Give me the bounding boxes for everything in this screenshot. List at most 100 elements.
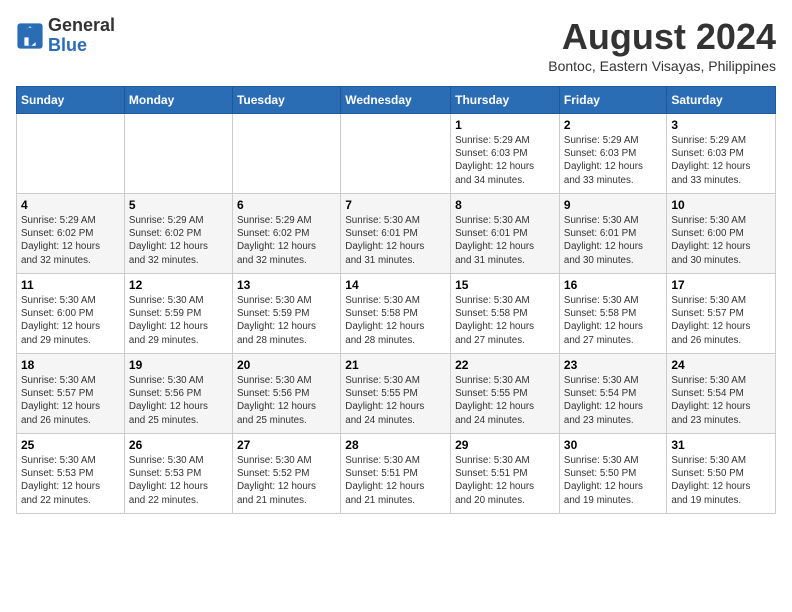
col-thursday: Thursday [451,87,560,114]
day-info: Sunrise: 5:30 AM Sunset: 5:54 PM Dayligh… [564,374,662,427]
day-number: 8 [455,198,555,212]
day-info: Sunrise: 5:30 AM Sunset: 5:57 PM Dayligh… [21,374,120,427]
day-number: 11 [21,278,120,292]
day-number: 26 [129,438,228,452]
calendar-cell: 25 Sunrise: 5:30 AM Sunset: 5:53 PM Dayli… [17,434,125,514]
day-number: 25 [21,438,120,452]
col-saturday: Saturday [667,87,776,114]
day-info: Sunrise: 5:30 AM Sunset: 5:52 PM Dayligh… [237,454,336,507]
calendar-cell: 6Sunrise: 5:29 AM Sunset: 6:02 PM Daylig… [232,194,340,274]
day-number: 28 [345,438,446,452]
day-number: 5 [129,198,228,212]
day-number: 18 [21,358,120,372]
col-monday: Monday [124,87,232,114]
day-number: 19 [129,358,228,372]
day-info: Sunrise: 5:29 AM Sunset: 6:02 PM Dayligh… [129,214,228,267]
day-info: Sunrise: 5:29 AM Sunset: 6:03 PM Dayligh… [671,134,771,187]
day-number: 22 [455,358,555,372]
day-info: Sunrise: 5:30 AM Sunset: 5:51 PM Dayligh… [345,454,446,507]
calendar-cell: 22 Sunrise: 5:30 AM Sunset: 5:55 PM Dayli… [451,354,560,434]
day-info: Sunrise: 5:30 AM Sunset: 5:59 PM Dayligh… [237,294,336,347]
day-number: 15 [455,278,555,292]
calendar-cell: 31 Sunrise: 5:30 AM Sunset: 5:50 PM Dayli… [667,434,776,514]
col-tuesday: Tuesday [232,87,340,114]
calendar-cell: 21 Sunrise: 5:30 AM Sunset: 5:55 PM Dayli… [341,354,451,434]
day-info: Sunrise: 5:30 AM Sunset: 5:56 PM Dayligh… [129,374,228,427]
calendar-cell: 19 Sunrise: 5:30 AM Sunset: 5:56 PM Dayli… [124,354,232,434]
day-info: Sunrise: 5:30 AM Sunset: 5:56 PM Dayligh… [237,374,336,427]
calendar-cell: 2 Sunrise: 5:29 AM Sunset: 6:03 PM Daylig… [559,114,666,194]
day-number: 31 [671,438,771,452]
calendar-cell: 28 Sunrise: 5:30 AM Sunset: 5:51 PM Dayli… [341,434,451,514]
calendar-week-3: 11 Sunrise: 5:30 AM Sunset: 6:00 PM Dayli… [17,274,776,354]
day-info: Sunrise: 5:30 AM Sunset: 6:01 PM Dayligh… [345,214,446,267]
day-info: Sunrise: 5:30 AM Sunset: 6:00 PM Dayligh… [671,214,771,267]
calendar-subtitle: Bontoc, Eastern Visayas, Philippines [548,58,776,74]
calendar-cell: 12Sunrise: 5:30 AM Sunset: 5:59 PM Dayli… [124,274,232,354]
day-number: 14 [345,278,446,292]
calendar-week-1: 1 Sunrise: 5:29 AM Sunset: 6:03 PM Daylig… [17,114,776,194]
calendar-cell: 5 Sunrise: 5:29 AM Sunset: 6:02 PM Daylig… [124,194,232,274]
day-number: 23 [564,358,662,372]
calendar-cell: 1Sunrise: 5:29 AM Sunset: 6:03 PM Daylig… [451,114,560,194]
calendar-week-5: 25 Sunrise: 5:30 AM Sunset: 5:53 PM Dayli… [17,434,776,514]
day-number: 17 [671,278,771,292]
logo-icon [16,22,44,50]
day-info: Sunrise: 5:30 AM Sunset: 5:53 PM Dayligh… [129,454,228,507]
calendar-cell: 7 Sunrise: 5:30 AM Sunset: 6:01 PM Daylig… [341,194,451,274]
day-number: 16 [564,278,662,292]
day-info: Sunrise: 5:29 AM Sunset: 6:03 PM Dayligh… [564,134,662,187]
calendar-cell: 10 Sunrise: 5:30 AM Sunset: 6:00 PM Dayli… [667,194,776,274]
calendar-cell: 17Sunrise: 5:30 AM Sunset: 5:57 PM Dayli… [667,274,776,354]
day-info: Sunrise: 5:30 AM Sunset: 5:53 PM Dayligh… [21,454,120,507]
calendar-cell: 27 Sunrise: 5:30 AM Sunset: 5:52 PM Dayli… [232,434,340,514]
calendar-cell: 29Sunrise: 5:30 AM Sunset: 5:51 PM Dayli… [451,434,560,514]
calendar-cell: 11 Sunrise: 5:30 AM Sunset: 6:00 PM Dayli… [17,274,125,354]
calendar-cell [341,114,451,194]
day-info: Sunrise: 5:30 AM Sunset: 5:50 PM Dayligh… [671,454,771,507]
day-info: Sunrise: 5:30 AM Sunset: 5:55 PM Dayligh… [345,374,446,427]
calendar-cell: 18 Sunrise: 5:30 AM Sunset: 5:57 PM Dayli… [17,354,125,434]
logo-text: General Blue [48,16,115,56]
calendar-cell: 16 Sunrise: 5:30 AM Sunset: 5:58 PM Dayli… [559,274,666,354]
day-number: 7 [345,198,446,212]
col-friday: Friday [559,87,666,114]
day-number: 13 [237,278,336,292]
page-header: General Blue August 2024 Bontoc, Eastern… [16,16,776,74]
header-row: Sunday Monday Tuesday Wednesday Thursday… [17,87,776,114]
day-info: Sunrise: 5:30 AM Sunset: 5:58 PM Dayligh… [564,294,662,347]
day-info: Sunrise: 5:30 AM Sunset: 5:50 PM Dayligh… [564,454,662,507]
day-info: Sunrise: 5:30 AM Sunset: 6:01 PM Dayligh… [455,214,555,267]
day-info: Sunrise: 5:30 AM Sunset: 5:58 PM Dayligh… [345,294,446,347]
day-number: 2 [564,118,662,132]
day-info: Sunrise: 5:30 AM Sunset: 5:59 PM Dayligh… [129,294,228,347]
day-number: 21 [345,358,446,372]
day-number: 3 [671,118,771,132]
calendar-cell: 15 Sunrise: 5:30 AM Sunset: 5:58 PM Dayli… [451,274,560,354]
day-number: 4 [21,198,120,212]
day-info: Sunrise: 5:30 AM Sunset: 5:51 PM Dayligh… [455,454,555,507]
day-info: Sunrise: 5:30 AM Sunset: 6:00 PM Dayligh… [21,294,120,347]
logo: General Blue [16,16,115,56]
calendar-week-4: 18 Sunrise: 5:30 AM Sunset: 5:57 PM Dayli… [17,354,776,434]
day-number: 20 [237,358,336,372]
calendar-cell [232,114,340,194]
calendar-cell: 14 Sunrise: 5:30 AM Sunset: 5:58 PM Dayli… [341,274,451,354]
calendar-table: Sunday Monday Tuesday Wednesday Thursday… [16,86,776,514]
calendar-cell: 3 Sunrise: 5:29 AM Sunset: 6:03 PM Daylig… [667,114,776,194]
calendar-cell: 13 Sunrise: 5:30 AM Sunset: 5:59 PM Dayli… [232,274,340,354]
calendar-title: August 2024 [548,16,776,58]
day-info: Sunrise: 5:30 AM Sunset: 5:55 PM Dayligh… [455,374,555,427]
calendar-cell [17,114,125,194]
calendar-cell: 9Sunrise: 5:30 AM Sunset: 6:01 PM Daylig… [559,194,666,274]
day-info: Sunrise: 5:30 AM Sunset: 5:58 PM Dayligh… [455,294,555,347]
title-section: August 2024 Bontoc, Eastern Visayas, Phi… [548,16,776,74]
day-number: 24 [671,358,771,372]
calendar-cell: 23 Sunrise: 5:30 AM Sunset: 5:54 PM Dayli… [559,354,666,434]
day-number: 10 [671,198,771,212]
day-number: 6 [237,198,336,212]
day-number: 27 [237,438,336,452]
day-number: 1 [455,118,555,132]
calendar-cell: 4Sunrise: 5:29 AM Sunset: 6:02 PM Daylig… [17,194,125,274]
calendar-cell: 8 Sunrise: 5:30 AM Sunset: 6:01 PM Daylig… [451,194,560,274]
